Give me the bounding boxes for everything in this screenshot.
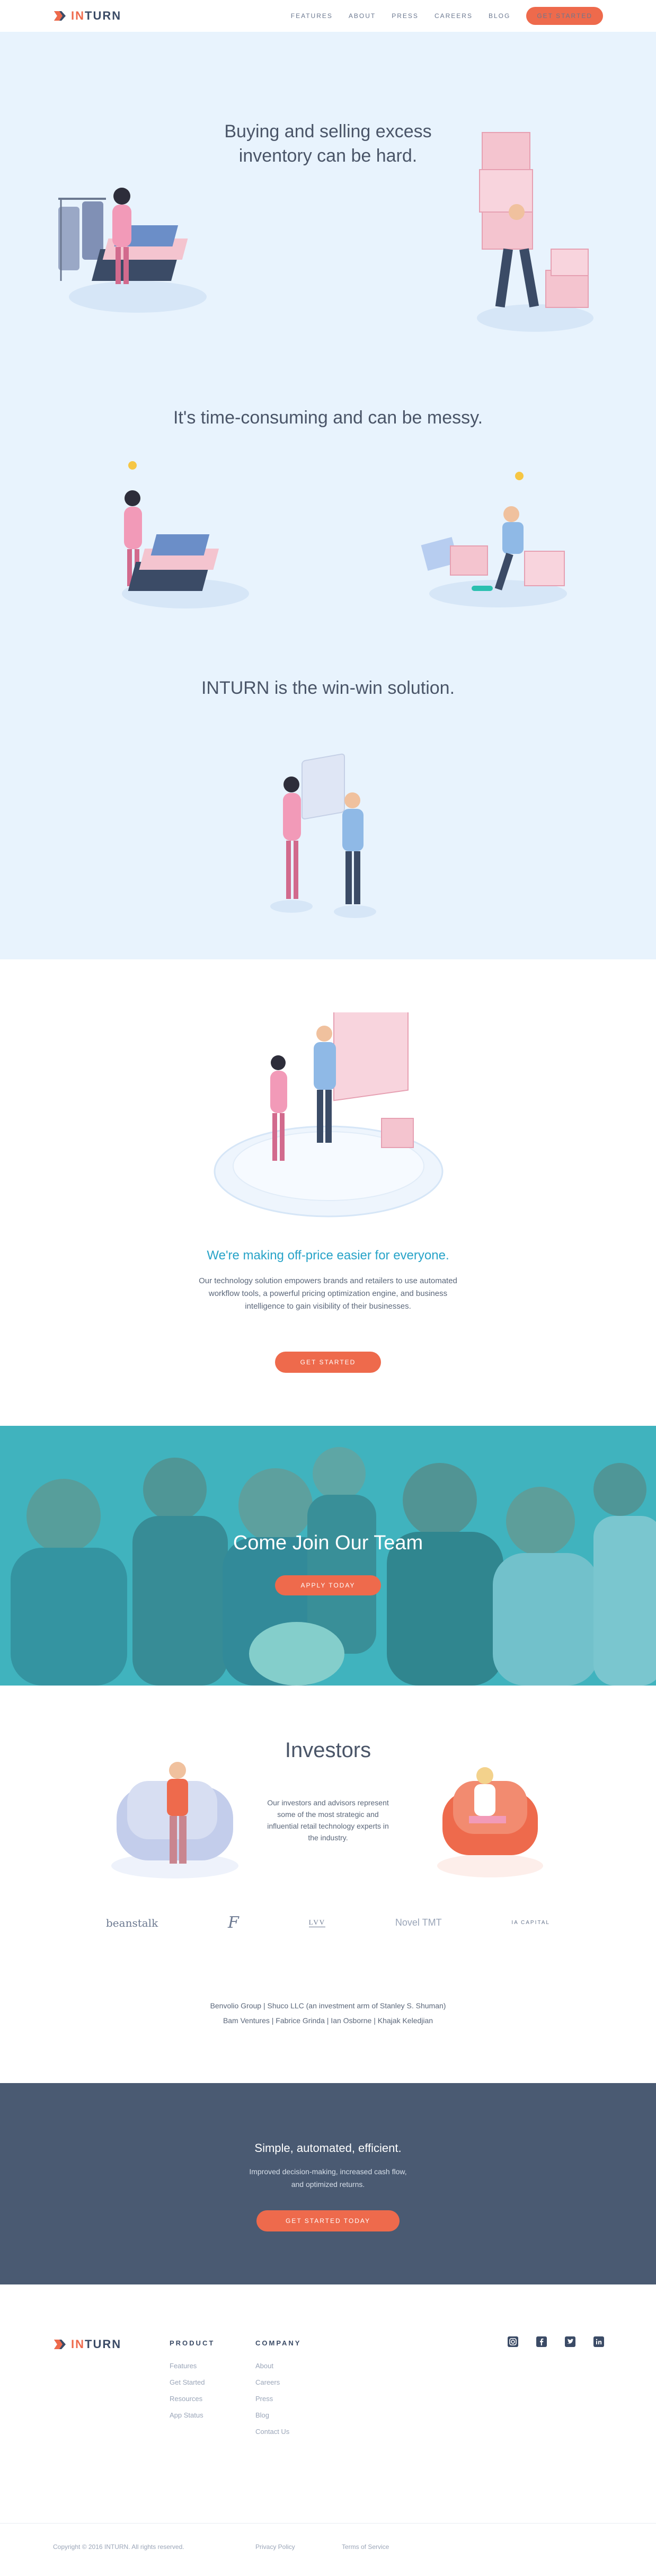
site-header: INTURN FEATURES ABOUT PRESS CAREERS BLOG… (0, 0, 656, 32)
footer-link-contact[interactable]: Contact Us (255, 2423, 301, 2440)
solution-headline: INTURN is the win-win solution. (201, 678, 455, 698)
footer-company-heading: COMPANY (255, 2339, 302, 2347)
hero-headline-line-1: Buying and selling excess (224, 121, 432, 142)
investor-logo-beanstalk: beanstalk (106, 1916, 158, 1929)
box-carrier-illustration (477, 132, 593, 332)
offprice-description: Our technology solution empowers brands … (199, 1276, 457, 1311)
marketplace-illustration (214, 1012, 444, 1218)
facebook-icon[interactable] (536, 2336, 547, 2347)
closing-description-line-1: Improved decision-making, increased cash… (249, 2167, 407, 2176)
investor-logo-novel-tmt: Novel TMT (395, 1917, 442, 1928)
linkedin-icon[interactable] (593, 2336, 604, 2347)
closing-description-line-2: and optimized returns. (291, 2180, 365, 2189)
investor-logo-f: F (227, 1913, 239, 1932)
rack-woman-illustration (58, 188, 207, 313)
footer-link-resources[interactable]: Resources (170, 2390, 215, 2407)
investor-names-line-1: Benvolio Group | Shuco LLC (an investmen… (210, 2001, 446, 2010)
footer-divider (0, 2523, 656, 2524)
investor-logo-ia-capital: IA CAPITAL (511, 1920, 550, 1926)
story-section: Buying and selling excess inventory can … (0, 32, 656, 959)
closing-title: Simple, automated, efficient. (254, 2141, 402, 2155)
footer-link-careers[interactable]: Careers (255, 2374, 301, 2390)
armchair-woman-illustration (437, 1767, 543, 1877)
handshake-illustration (270, 753, 376, 918)
copyright: Copyright © 2016 INTURN. All rights rese… (53, 2543, 184, 2551)
team-banner: Come Join Our Team APPLY TODAY (0, 1426, 656, 1686)
hero-headline-line-2: inventory can be hard. (238, 146, 418, 166)
terms-of-service-link[interactable]: Terms of Service (342, 2543, 389, 2551)
nav-features[interactable]: FEATURES (291, 12, 333, 20)
investor-names: Benvolio Group | Shuco LLC (an investmen… (0, 1998, 656, 2028)
armchair-man-illustration (111, 1762, 238, 1878)
investor-names-line-2: Bam Ventures | Fabrice Grinda | Ian Osbo… (223, 2016, 433, 2025)
twitter-icon[interactable] (565, 2336, 575, 2347)
site-footer: INTURN PRODUCT Features Get Started Reso… (0, 2284, 656, 2576)
footer-link-blog[interactable]: Blog (255, 2407, 301, 2423)
closing-description: Improved decision-making, increased cash… (0, 2165, 656, 2191)
messy-headline: It's time-consuming and can be messy. (173, 408, 483, 428)
nav-about[interactable]: ABOUT (349, 12, 376, 20)
footer-logo-wordmark: INTURN (71, 2337, 122, 2351)
offprice-section: We're making off-price easier for everyo… (0, 959, 656, 1426)
offprice-get-started-button[interactable]: GET STARTED (275, 1352, 381, 1373)
get-started-today-button[interactable]: GET STARTED TODAY (256, 2210, 400, 2231)
header-get-started-button[interactable]: GET STARTED (526, 7, 603, 25)
nav-careers[interactable]: CAREERS (435, 12, 473, 20)
investors-title: Investors (285, 1739, 371, 1762)
nav-press[interactable]: PRESS (392, 12, 419, 20)
nav-blog[interactable]: BLOG (489, 12, 510, 20)
offprice-tagline: We're making off-price easier for everyo… (207, 1248, 449, 1263)
footer-logo-mark-icon (54, 2340, 66, 2349)
instagram-icon[interactable] (508, 2336, 518, 2347)
logo-mark-icon (54, 11, 66, 21)
footer-link-get-started[interactable]: Get Started (170, 2374, 215, 2390)
apply-today-button[interactable]: APPLY TODAY (275, 1575, 381, 1595)
footer-link-about[interactable]: About (255, 2358, 301, 2374)
messy-man-illustration (421, 472, 567, 607)
team-overlay (0, 1426, 656, 1686)
investor-logo-lvv: LVV (308, 1918, 326, 1927)
footer-link-press[interactable]: Press (255, 2390, 301, 2407)
main-nav: FEATURES ABOUT PRESS CAREERS BLOG GET ST… (291, 7, 603, 25)
investor-logos: beanstalk F LVV Novel TMT IA CAPITAL (106, 1913, 550, 1932)
team-title: Come Join Our Team (233, 1532, 423, 1554)
footer-product-heading: PRODUCT (170, 2339, 215, 2347)
footer-product-column: PRODUCT Features Get Started Resources A… (170, 2339, 215, 2423)
investors-description: Our investors and advisors represent som… (267, 1798, 389, 1842)
privacy-policy-link[interactable]: Privacy Policy (255, 2543, 295, 2551)
footer-link-app-status[interactable]: App Status (170, 2407, 215, 2423)
footer-logo[interactable]: INTURN (53, 2337, 121, 2351)
woman-boxes-illustration (122, 461, 249, 608)
social-links (508, 2336, 604, 2347)
logo-wordmark: INTURN (71, 9, 122, 22)
inturn-logo[interactable]: INTURN (53, 9, 121, 23)
footer-link-features[interactable]: Features (170, 2358, 215, 2374)
investors-section: Investors Our investors and advisors rep… (0, 1686, 656, 2083)
closing-cta-section: Simple, automated, efficient. Improved d… (0, 2083, 656, 2284)
footer-company-column: COMPANY About Careers Press Blog Contact… (255, 2339, 301, 2440)
